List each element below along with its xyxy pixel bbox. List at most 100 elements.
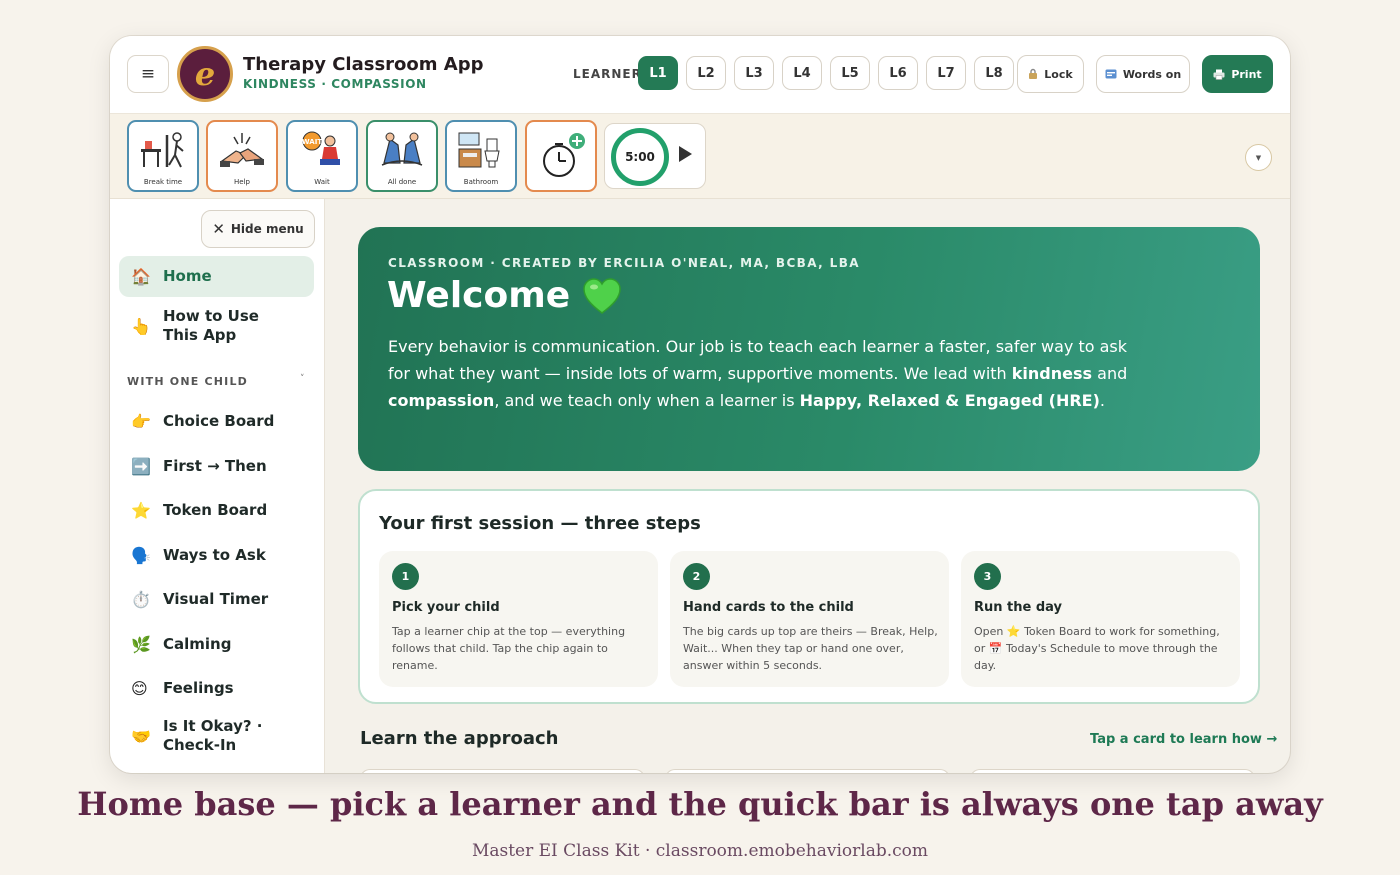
quick-card-label: Bathroom bbox=[463, 178, 499, 186]
speaking-head-icon: 🗣️ bbox=[131, 545, 151, 565]
app-window: ≡ e Therapy Classroom App KINDNESS · COM… bbox=[110, 36, 1290, 773]
handshake-icon: 🤝 bbox=[131, 726, 151, 746]
learner-chip-l1[interactable]: L1 bbox=[638, 56, 678, 90]
sidebar-item-ways-to-ask[interactable]: 🗣️ Ways to Ask bbox=[119, 537, 314, 573]
footer-credit: Master EI Class Kit · classroom.emobehav… bbox=[471, 841, 929, 861]
bathroom-icon bbox=[458, 132, 500, 168]
lock-icon bbox=[1029, 68, 1038, 79]
learner-chip-l3[interactable]: L3 bbox=[734, 56, 774, 90]
steps-title: Your first session — three steps bbox=[379, 513, 701, 534]
step-text: Open ⭐ Token Board to work for something… bbox=[974, 625, 1220, 672]
quick-card-help[interactable]: Help bbox=[206, 120, 278, 192]
star-icon: ⭐ bbox=[131, 500, 151, 520]
step-card: 1 Pick your child Tap a learner chip at … bbox=[379, 551, 658, 687]
step-card: 3 Run the day Open ⭐ Token Board to work… bbox=[961, 551, 1240, 687]
learner-chip-l2[interactable]: L2 bbox=[686, 56, 726, 90]
approach-card[interactable] bbox=[360, 769, 645, 773]
first-session-steps: Your first session — three steps 1 Pick … bbox=[358, 489, 1260, 704]
approach-card[interactable] bbox=[970, 769, 1255, 773]
home-icon: 🏠 bbox=[131, 267, 151, 286]
visual-timer-widget[interactable]: 5:00 bbox=[604, 123, 706, 189]
step-text: The big cards up top are theirs — Break,… bbox=[683, 625, 938, 672]
hero-bold: compassion bbox=[388, 391, 495, 410]
sidebar-item-calming[interactable]: 🌿 Calming bbox=[119, 626, 314, 662]
hero-kicker: CLASSROOM · CREATED BY ERCILIA O'NEAL, M… bbox=[388, 256, 860, 270]
print-button[interactable]: Print bbox=[1202, 55, 1273, 93]
step-title: Hand cards to the child bbox=[683, 600, 854, 615]
quick-card-break-time[interactable]: Break time bbox=[127, 120, 199, 192]
sidebar-item-label: Is It Okay? · Check-In bbox=[163, 717, 263, 754]
sidebar: ✕ Hide menu 🏠 Home 👆 How to Use This App… bbox=[110, 199, 325, 773]
learner-chip-l5[interactable]: L5 bbox=[830, 56, 870, 90]
hero-text: . bbox=[1099, 391, 1106, 410]
hamburger-icon: ≡ bbox=[140, 64, 156, 84]
learner-chip-l7[interactable]: L7 bbox=[926, 56, 966, 90]
sidebar-item-label: Feelings bbox=[163, 678, 234, 697]
sidebar-item-visual-timer[interactable]: ⏱️ Visual Timer bbox=[119, 581, 314, 617]
pointing-right-icon: 👉 bbox=[131, 411, 151, 431]
hero-text: and bbox=[1092, 364, 1128, 383]
hero-bold: Happy, Relaxed & Engaged (HRE) bbox=[799, 391, 1100, 410]
green-heart-icon bbox=[583, 277, 621, 314]
sidebar-item-label: Visual Timer bbox=[163, 589, 269, 608]
sidebar-item-label: How to Use This App bbox=[163, 307, 259, 344]
smiley-icon: 😊 bbox=[131, 678, 148, 698]
words-toggle-button[interactable]: Words on bbox=[1096, 55, 1190, 93]
break-time-icon bbox=[141, 132, 184, 168]
pointing-up-icon: 👆 bbox=[131, 316, 151, 336]
sidebar-item-check-in[interactable]: 🤝 Is It Okay? · Check-In bbox=[119, 714, 314, 758]
learner-chip-l6[interactable]: L6 bbox=[878, 56, 918, 90]
welcome-heading: Welcome bbox=[387, 275, 571, 316]
hide-menu-label: Hide menu bbox=[230, 222, 304, 236]
learner-chip-l8[interactable]: L8 bbox=[974, 56, 1014, 90]
app-subtitle: KINDNESS · COMPASSION bbox=[243, 77, 427, 91]
app-title: Therapy Classroom App bbox=[243, 54, 484, 75]
sidebar-item-how-to-use[interactable]: 👆 How to Use This App bbox=[119, 304, 314, 348]
hide-menu-button[interactable]: ✕ Hide menu bbox=[201, 210, 315, 248]
learn-link[interactable]: Tap a card to learn how → bbox=[1090, 732, 1277, 747]
lock-label: Lock bbox=[1044, 67, 1073, 81]
sidebar-item-label: First → Then bbox=[163, 456, 267, 475]
add-timer-icon bbox=[543, 133, 585, 177]
sidebar-item-first-then[interactable]: ➡️ First → Then bbox=[119, 448, 314, 484]
herb-icon: 🌿 bbox=[131, 634, 151, 654]
quick-card-bathroom[interactable]: Bathroom bbox=[445, 120, 517, 192]
timer-value: 5:00 bbox=[625, 150, 655, 164]
arrow-right-icon: ➡️ bbox=[131, 456, 151, 476]
learner-label: LEARNER bbox=[573, 67, 642, 81]
stopwatch-icon: ⏱️ bbox=[131, 589, 151, 609]
hero-text: , and we teach only when a learner is bbox=[494, 391, 800, 410]
top-bar: ≡ e Therapy Classroom App KINDNESS · COM… bbox=[110, 36, 1290, 114]
sidebar-item-feelings[interactable]: 😊 Feelings bbox=[119, 670, 314, 706]
chevron-down-icon: ▼ bbox=[1255, 153, 1262, 162]
hero-bold: kindness bbox=[1011, 364, 1093, 383]
approach-card[interactable] bbox=[665, 769, 950, 773]
lock-button[interactable]: Lock bbox=[1017, 55, 1084, 93]
play-icon[interactable] bbox=[679, 146, 692, 162]
quick-card-add-timer[interactable] bbox=[525, 120, 597, 192]
quick-card-label: Help bbox=[234, 178, 250, 186]
step-card: 2 Hand cards to the child The big cards … bbox=[670, 551, 949, 687]
wait-badge: WAIT bbox=[302, 138, 322, 146]
sidebar-item-token-board[interactable]: ⭐ Token Board bbox=[119, 492, 314, 528]
step-number: 1 bbox=[392, 563, 419, 590]
sidebar-item-label: Calming bbox=[163, 634, 232, 653]
quick-card-wait[interactable]: WAIT Wait bbox=[286, 120, 358, 192]
quick-card-label: Wait bbox=[314, 178, 330, 186]
step-title: Run the day bbox=[974, 600, 1063, 615]
sidebar-item-choice-board[interactable]: 👉 Choice Board bbox=[119, 403, 314, 439]
section-chevron-icon[interactable]: ˅ bbox=[300, 374, 305, 384]
quick-card-all-done[interactable]: All done bbox=[366, 120, 438, 192]
step-number: 2 bbox=[683, 563, 710, 590]
quickbar-collapse-button[interactable]: ▼ bbox=[1245, 144, 1272, 171]
learner-chip-l4[interactable]: L4 bbox=[782, 56, 822, 90]
timer-ring: 5:00 bbox=[611, 128, 669, 186]
screenshot-caption: Home base — pick a learner and the quick… bbox=[77, 785, 1323, 823]
sidebar-item-label: Token Board bbox=[163, 500, 268, 519]
sidebar-item-home[interactable]: 🏠 Home bbox=[119, 256, 314, 297]
sidebar-section-label: WITH ONE CHILD bbox=[127, 375, 248, 388]
print-label: Print bbox=[1231, 67, 1262, 81]
hamburger-menu-button[interactable]: ≡ bbox=[127, 55, 169, 93]
sidebar-item-label: Ways to Ask bbox=[163, 545, 266, 564]
words-label: Words on bbox=[1122, 67, 1182, 81]
